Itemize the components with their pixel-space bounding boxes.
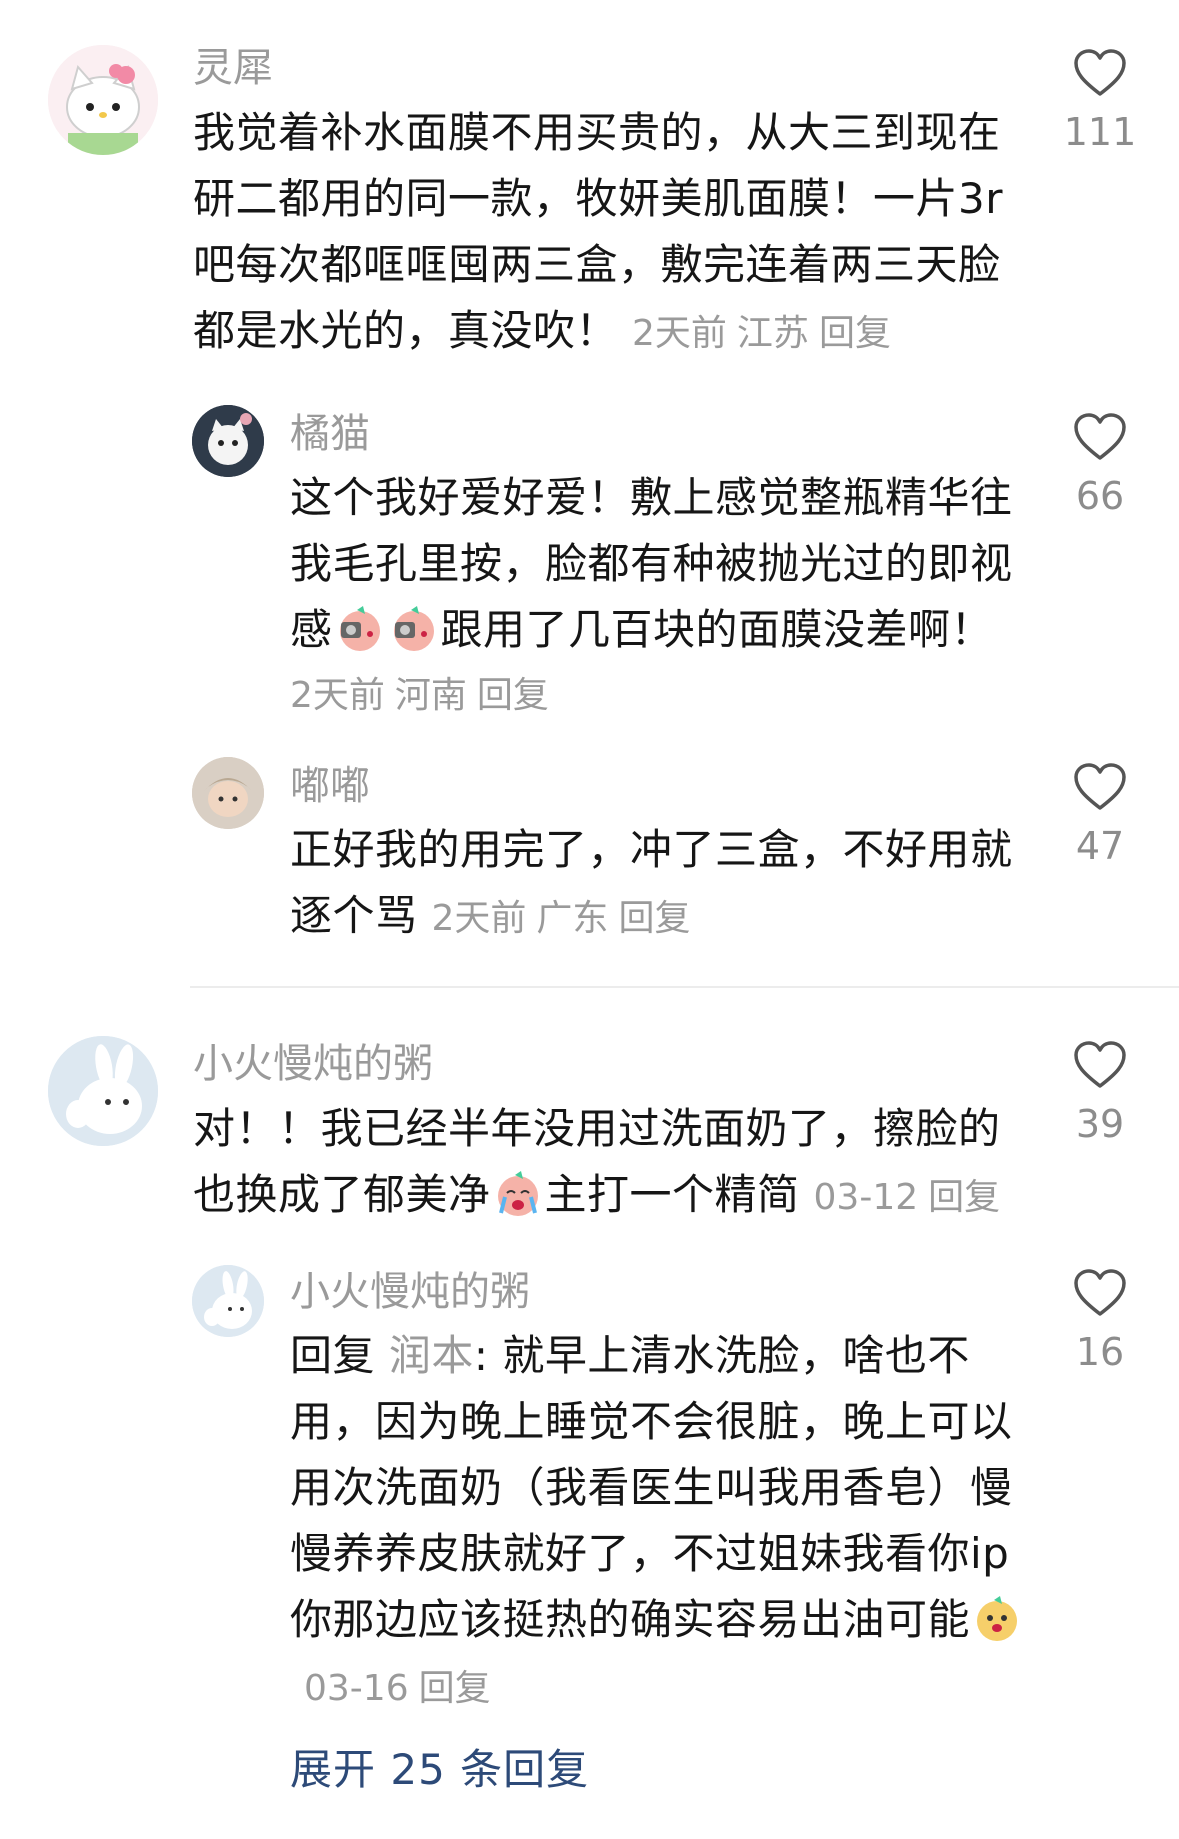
expand-replies-button[interactable]: 展开 25 条回复 [290,1742,589,1798]
comment-text: 跟用了几百块的面膜没差啊！ [440,605,994,654]
user-avatar[interactable] [192,405,264,477]
user-avatar[interactable] [192,757,264,829]
comment-meta: 03-12 回复 [800,1177,1001,1218]
comment-body: 正好我的用完了，冲了三盒，不好用就逐个骂 2天前 广东 回复 [290,817,1030,952]
comment-time: 03-16 [304,1668,409,1709]
comment-time: 03-12 [813,1177,919,1218]
like-button[interactable]: 47 [1050,762,1150,868]
user-avatar[interactable] [48,1036,158,1146]
comment-time: 2天前 [632,313,727,354]
comment-divider [190,986,1179,988]
comment-location: 江苏 [736,313,809,354]
camera-face-emoji-icon [339,606,380,651]
like-count: 66 [1075,474,1125,518]
crying-face-emoji-icon [497,1171,538,1216]
user-avatar[interactable] [192,1265,264,1337]
comment-body: 回复 润本: 就早上清水洗脸，啥也不用，因为晚上睡觉不会很脏，晚上可以用次洗面奶… [290,1323,1030,1722]
hello-kitty-avatar-icon [48,45,158,155]
reply-button[interactable]: 回复 [477,675,549,716]
comment-username[interactable]: 小火慢炖的粥 [290,1268,530,1316]
comment-location: 广东 [536,898,609,939]
like-count: 47 [1075,824,1125,868]
heart-icon [1074,1269,1126,1316]
reply-prefix: 回复 [290,1331,376,1380]
reply-button[interactable]: 回复 [419,1668,491,1709]
reply-button[interactable]: 回复 [928,1177,1000,1218]
baby-photo-avatar-icon [192,757,264,829]
comment-body: 对！！我已经半年没用过洗面奶了，擦脸的也换成了郁美净 主打一个精简 03-12 回复 [193,1096,1023,1231]
heart-icon [1074,49,1126,96]
reply-target-username[interactable]: 润本 [389,1331,474,1380]
comment-time: 2天前 [290,675,385,716]
heart-icon [1074,1041,1126,1088]
comment-username[interactable]: 橘猫 [290,410,370,458]
reply-button[interactable]: 回复 [618,898,690,939]
comment-meta: 2天前 广东 回复 [418,898,691,939]
smiling-face-emoji-icon [977,1596,1018,1641]
comment-location: 河南 [394,675,467,716]
like-count: 39 [1075,1102,1125,1146]
comment-text: 主打一个精简 [544,1170,800,1219]
reply-button[interactable]: 回复 [819,313,891,354]
heart-icon [1074,763,1126,810]
like-button[interactable]: 16 [1050,1268,1150,1374]
like-count: 16 [1075,1330,1125,1374]
white-rabbit-avatar-icon [192,1265,264,1337]
cartoon-cat-avatar-icon [192,405,264,477]
comment-meta: 2天前 江苏 回复 [618,313,891,354]
comment-meta: 03-16 回复 [290,1668,491,1709]
like-count: 111 [1063,110,1137,154]
white-rabbit-avatar-icon [48,1036,158,1146]
camera-face-emoji-icon [393,606,434,651]
like-button[interactable]: 66 [1050,412,1150,518]
comment-meta: 2天前 河南 回复 [290,663,1030,729]
heart-icon [1074,413,1126,460]
user-avatar[interactable] [48,45,158,155]
comment-body: 这个我好爱好爱！敷上感觉整瓶精华往我毛孔里按，脸都有种被抛光过的即视感 跟用了几百… [290,465,1030,729]
comment-username[interactable]: 嘟嘟 [290,762,370,810]
like-button[interactable]: 111 [1050,48,1150,154]
like-button[interactable]: 39 [1050,1040,1150,1146]
comment-time: 2天前 [431,898,527,939]
comment-username[interactable]: 小火慢炖的粥 [193,1040,433,1088]
comment-body: 我觉着补水面膜不用买贵的，从大三到现在研二都用的同一款，牧妍美肌面膜！一片3r吧… [193,100,1023,367]
comment-username[interactable]: 灵犀 [193,44,273,92]
